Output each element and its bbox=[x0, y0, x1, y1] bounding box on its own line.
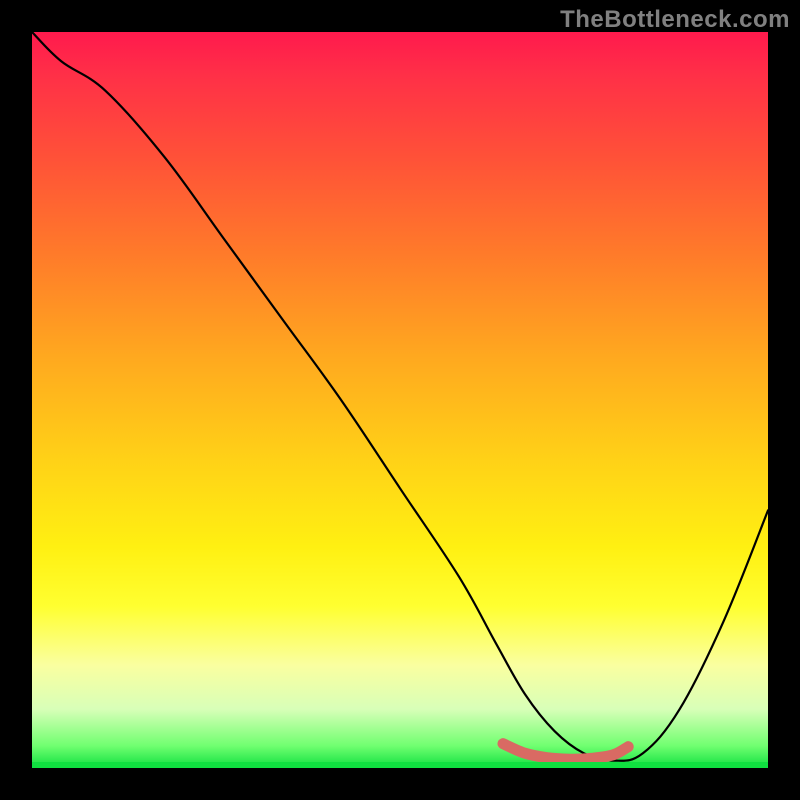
bottleneck-curve bbox=[32, 32, 768, 761]
baseline-edge bbox=[32, 762, 768, 768]
curve-minimum-highlight bbox=[503, 744, 628, 760]
chart-frame: TheBottleneck.com bbox=[0, 0, 800, 800]
chart-svg bbox=[32, 32, 768, 768]
watermark-text: TheBottleneck.com bbox=[560, 6, 790, 34]
plot-area bbox=[32, 32, 768, 768]
